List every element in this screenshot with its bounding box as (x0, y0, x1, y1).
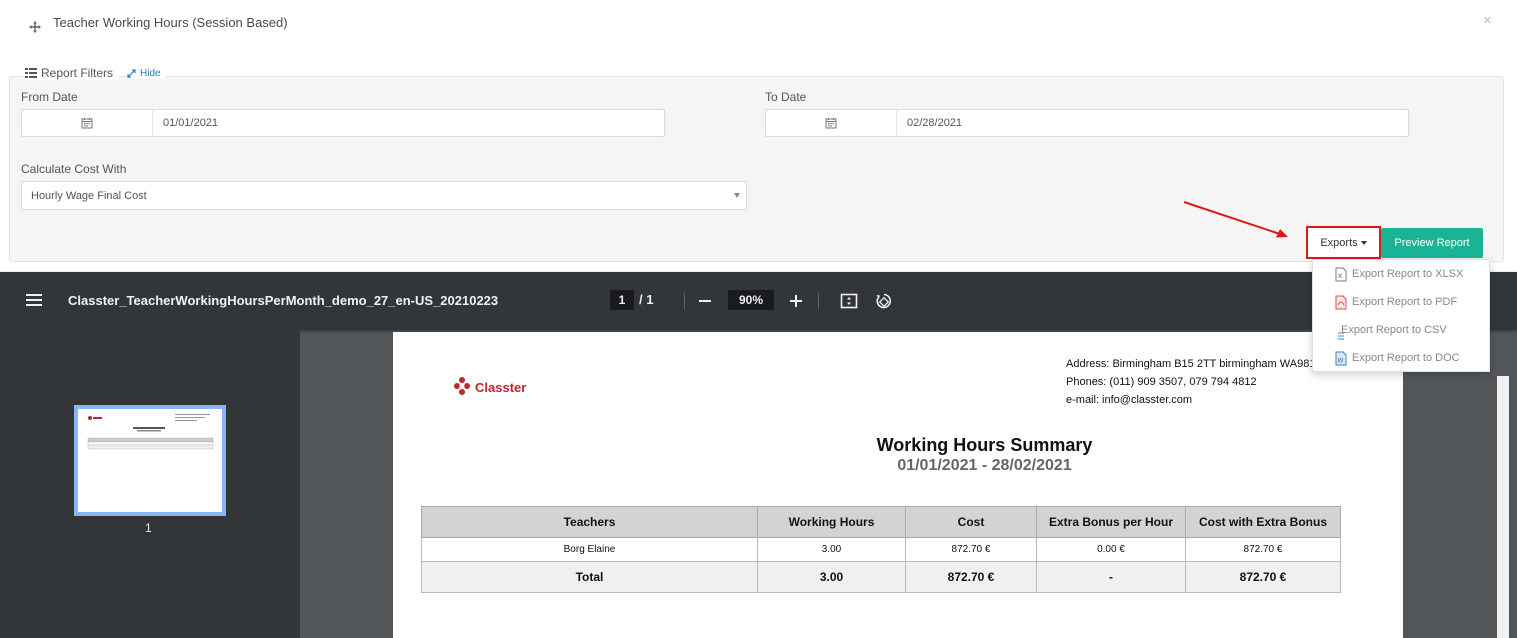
column-header: Cost with Extra Bonus (1185, 506, 1341, 538)
zoom-level[interactable]: 90% (728, 290, 774, 310)
rotate-icon[interactable] (875, 292, 893, 310)
table-cell: 872.70 € (1185, 561, 1341, 593)
table-cell: 872.70 € (905, 561, 1037, 593)
address-line: Address: Birmingham B15 2TT birmingham W… (1066, 358, 1316, 370)
toolbar-divider (818, 293, 819, 309)
to-date-field[interactable]: 02/28/2021 (765, 109, 1409, 137)
pdf-filename: Classter_TeacherWorkingHoursPerMonth_dem… (68, 293, 499, 308)
table-header-row: Teachers Working Hours Cost Extra Bonus … (421, 506, 1341, 538)
table-cell: 0.00 € (1036, 537, 1186, 562)
caret-down-icon (1360, 241, 1367, 245)
email-line: e-mail: info@classter.com (1066, 394, 1193, 406)
column-header: Working Hours (757, 506, 906, 538)
thumbnail-page-number: 1 (145, 521, 152, 535)
phones-line: Phones: (011) 909 3507, 079 794 4812 (1066, 376, 1257, 388)
from-date-value[interactable]: 01/01/2021 (153, 110, 664, 136)
export-doc-label: Export Report to DOC (1352, 352, 1460, 364)
hide-filters-link[interactable]: Hide (127, 68, 165, 79)
calendar-icon[interactable] (22, 110, 153, 136)
table-cell: 872.70 € (905, 537, 1037, 562)
export-pdf-label: Export Report to PDF (1352, 296, 1458, 308)
chevron-down-icon (734, 193, 740, 198)
page-total: / 1 (639, 292, 654, 307)
pdf-file-icon (1335, 295, 1347, 309)
export-xlsx-item[interactable]: X Export Report to XLSX (1313, 260, 1491, 288)
pdf-viewer: Classter_TeacherWorkingHoursPerMonth_dem… (0, 272, 1517, 638)
fit-page-icon[interactable] (840, 292, 858, 310)
classter-logo: Classter (453, 376, 526, 398)
toolbar-divider (684, 293, 685, 309)
report-table: Teachers Working Hours Cost Extra Bonus … (421, 506, 1341, 593)
report-filters-legend: Report Filters (25, 66, 120, 80)
table-cell: Borg Elaine (421, 537, 758, 562)
from-date-label: From Date (21, 90, 78, 104)
from-date-field[interactable]: 01/01/2021 (21, 109, 665, 137)
brand-name: Classter (475, 379, 527, 395)
table-row: Borg Elaine 3.00 872.70 € 0.00 € 872.70 … (421, 537, 1341, 562)
column-header: Teachers (421, 506, 758, 538)
exports-button[interactable]: Exports (1306, 226, 1381, 259)
report-filters-title: Report Filters (41, 66, 114, 80)
pdf-page: Classter Address: Birmingham B15 2TT bir… (393, 332, 1403, 638)
modal-title: Teacher Working Hours (Session Based) (53, 15, 288, 30)
xlsx-file-icon: X (1335, 267, 1347, 281)
close-icon[interactable]: × (1483, 12, 1492, 29)
zoom-out-icon[interactable] (697, 293, 713, 309)
pdf-toolbar: Classter_TeacherWorkingHoursPerMonth_dem… (0, 272, 1517, 330)
to-date-value[interactable]: 02/28/2021 (897, 110, 1408, 136)
list-icon (25, 68, 37, 78)
report-title: Working Hours Summary (876, 435, 1093, 455)
report-date-range: 01/01/2021 - 28/02/2021 (897, 457, 1072, 474)
export-xlsx-label: Export Report to XLSX (1352, 268, 1464, 280)
table-cell: 3.00 (757, 561, 906, 593)
modal-header: Teacher Working Hours (Session Based) × (0, 0, 1517, 60)
column-header: Extra Bonus per Hour (1036, 506, 1186, 538)
table-total-row: Total 3.00 872.70 € - 872.70 € (421, 561, 1341, 593)
scrollbar[interactable] (1497, 376, 1509, 638)
thumbnail-preview (87, 414, 214, 450)
exports-label: Exports (1320, 236, 1358, 249)
table-cell: 872.70 € (1185, 537, 1341, 562)
svg-text:X: X (1338, 273, 1342, 280)
zoom-in-icon[interactable] (788, 293, 804, 309)
svg-text:W: W (1338, 357, 1344, 364)
page-thumbnail[interactable] (74, 405, 226, 516)
annotation-arrow (1183, 201, 1288, 238)
table-cell: - (1036, 561, 1186, 593)
calendar-icon[interactable] (766, 110, 897, 136)
to-date-label: To Date (765, 90, 807, 104)
expand-icon (127, 69, 136, 78)
export-pdf-item[interactable]: Export Report to PDF (1313, 288, 1491, 316)
page-number-input[interactable]: 1 (610, 290, 634, 310)
cost-select-value: Hourly Wage Final Cost (31, 189, 147, 202)
menu-icon[interactable] (26, 294, 42, 307)
doc-file-icon: W (1335, 351, 1347, 365)
export-doc-item[interactable]: W Export Report to DOC (1313, 344, 1491, 372)
thumbnail-sidebar: 1 (0, 330, 300, 638)
export-csv-item[interactable]: Export Report to CSV (1313, 316, 1491, 344)
hide-label: Hide (140, 68, 161, 79)
cost-select[interactable]: Hourly Wage Final Cost (21, 181, 747, 210)
move-icon[interactable] (28, 20, 42, 34)
table-cell: 3.00 (757, 537, 906, 562)
export-csv-label: Export Report to CSV (1341, 324, 1447, 336)
table-cell: Total (421, 561, 758, 593)
classter-logo-icon (454, 377, 470, 395)
preview-report-button[interactable]: Preview Report (1381, 228, 1483, 258)
exports-dropdown-menu: X Export Report to XLSX Export Report to… (1312, 259, 1490, 372)
column-header: Cost (905, 506, 1037, 538)
cost-label: Calculate Cost With (21, 162, 127, 176)
